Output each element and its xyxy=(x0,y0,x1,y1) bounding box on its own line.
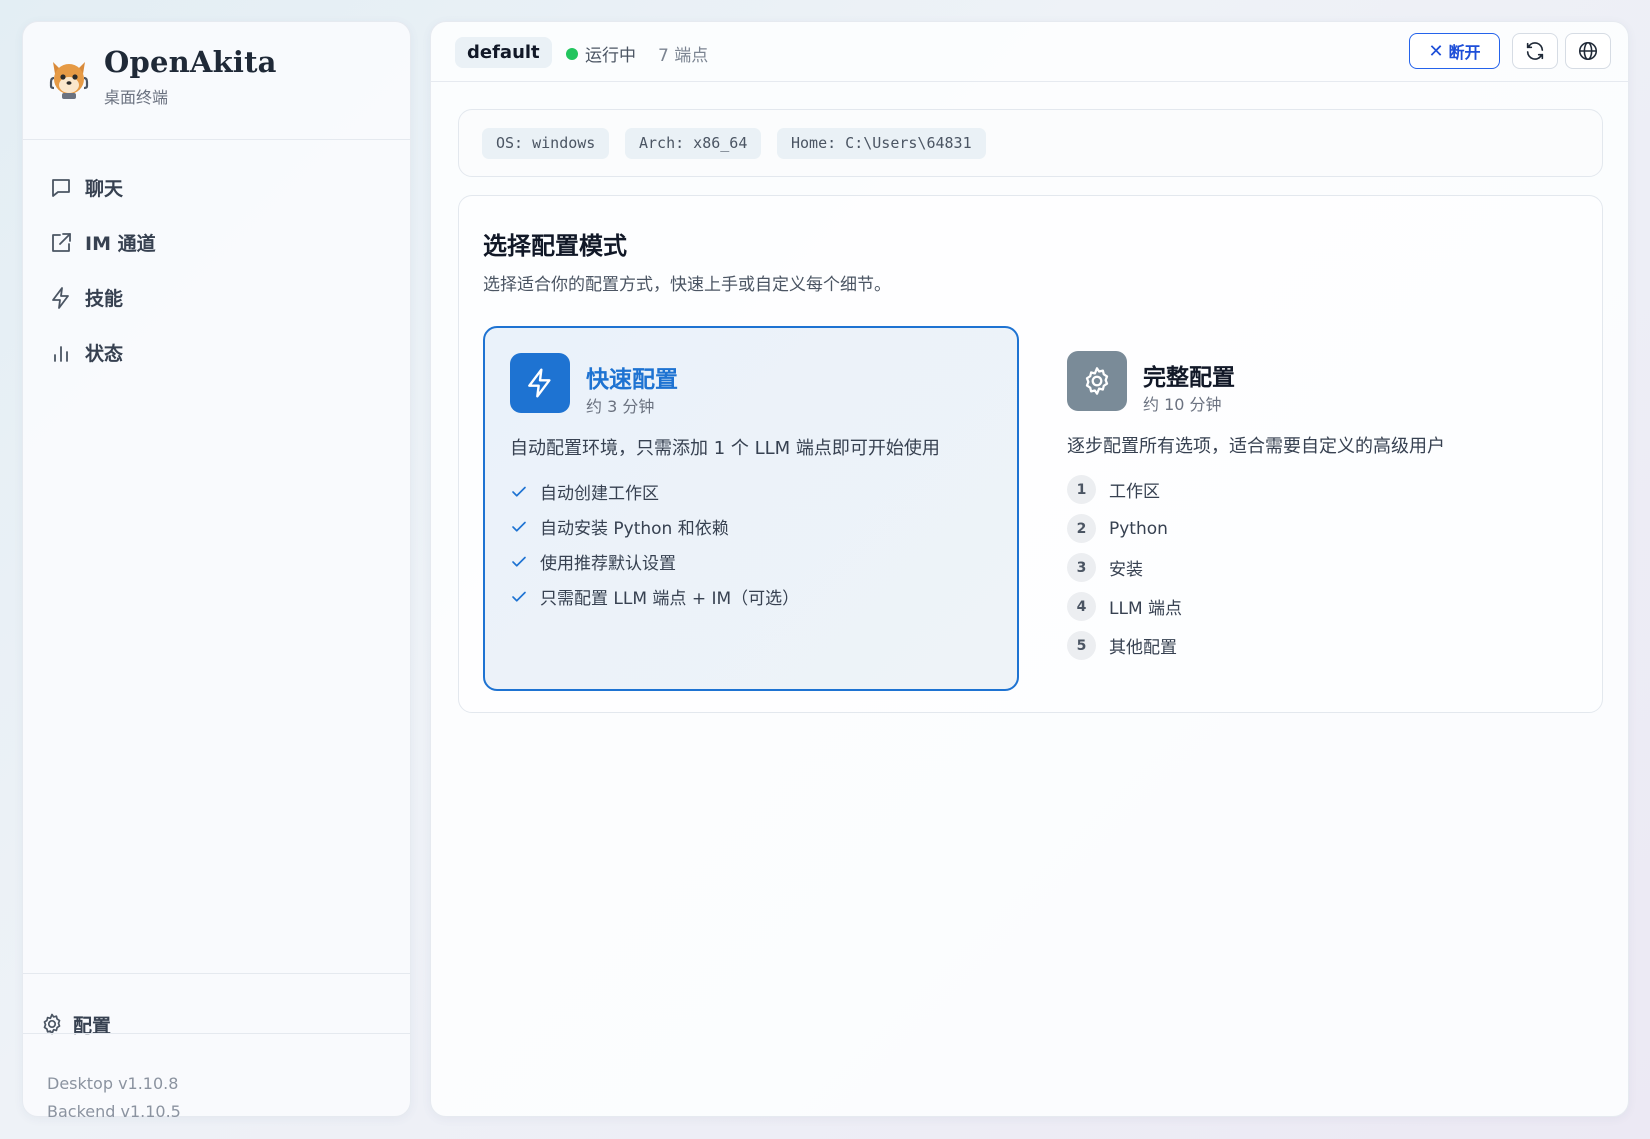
refresh-icon xyxy=(1526,42,1544,60)
disconnect-button[interactable]: ✕ 断开 xyxy=(1409,33,1500,69)
step-label: 工作区 xyxy=(1109,482,1160,502)
main-panel: default 运行中 7 端点 ✕ 断开 OS: windows Arch: … xyxy=(430,21,1629,1117)
share-icon xyxy=(52,232,71,252)
workspace-badge[interactable]: default xyxy=(455,37,552,68)
step-number: 2 xyxy=(1067,514,1096,543)
quick-setup-title: 快速配置 xyxy=(586,367,678,393)
sidebar-item-skills[interactable]: 技能 xyxy=(49,270,385,325)
check-icon xyxy=(512,591,526,602)
quick-setup-icon-box xyxy=(510,353,570,413)
sidebar-divider xyxy=(23,1033,410,1034)
language-button[interactable] xyxy=(1565,33,1611,69)
check-icon xyxy=(512,556,526,567)
sidebar-nav: 聊天 IM 通道 技能 状态 xyxy=(49,160,385,380)
quick-setup-time: 约 3 分钟 xyxy=(586,397,655,416)
globe-icon xyxy=(1578,41,1598,61)
feature-label: 自动创建工作区 xyxy=(540,484,659,504)
lightning-icon xyxy=(52,286,69,309)
close-icon: ✕ xyxy=(1428,40,1444,62)
sidebar-item-label: 状态 xyxy=(85,343,124,365)
feature-item: 使用推荐默认设置 xyxy=(510,544,799,579)
step-item: 3 安装 xyxy=(1067,548,1182,587)
full-setup-icon-box xyxy=(1067,351,1127,411)
feature-item: 自动安装 Python 和依赖 xyxy=(510,509,799,544)
feature-item: 自动创建工作区 xyxy=(510,474,799,509)
akita-logo-icon xyxy=(49,62,89,99)
endpoint-count: 7 端点 xyxy=(658,46,709,66)
step-number: 4 xyxy=(1067,592,1096,621)
status-text: 运行中 xyxy=(585,46,636,66)
app-name: OpenAkita xyxy=(104,45,277,79)
step-label: 其他配置 xyxy=(1109,638,1177,658)
app-subtitle: 桌面终端 xyxy=(104,88,169,107)
check-icon xyxy=(512,521,526,532)
sidebar-item-label: 技能 xyxy=(85,288,124,310)
bar-chart-icon xyxy=(54,345,68,362)
refresh-button[interactable] xyxy=(1512,33,1558,69)
step-item: 1 工作区 xyxy=(1067,470,1182,509)
step-label: 安装 xyxy=(1109,560,1143,580)
step-number: 5 xyxy=(1067,631,1096,660)
brand: OpenAkita 桌面终端 xyxy=(47,44,277,124)
step-label: Python xyxy=(1109,518,1168,539)
status-dot-icon xyxy=(566,47,578,60)
step-item: 5 其他配置 xyxy=(1067,626,1182,665)
desktop-version: Desktop v1.10.8 xyxy=(47,1074,179,1093)
backend-version: Backend v1.10.5 xyxy=(47,1102,181,1121)
sidebar-divider xyxy=(23,139,410,140)
arch-chip: Arch: x86_64 xyxy=(625,128,762,159)
sidebar: OpenAkita 桌面终端 聊天 IM 通道 技能 状态 配置 Desktop… xyxy=(22,21,411,1121)
version-info: Desktop v1.10.8 Backend v1.10.5 xyxy=(47,1070,181,1126)
check-icon xyxy=(512,486,526,497)
full-setup-card[interactable]: 完整配置 约 10 分钟 逐步配置所有选项，适合需要自定义的高级用户 1 工作区 … xyxy=(1042,326,1578,691)
setup-mode-panel: 选择配置模式 选择适合你的配置方式，快速上手或自定义每个细节。 快速配置 约 3… xyxy=(458,195,1603,713)
chat-icon xyxy=(52,178,70,197)
step-item: 4 LLM 端点 xyxy=(1067,587,1182,626)
full-setup-description: 逐步配置所有选项，适合需要自定义的高级用户 xyxy=(1067,436,1445,457)
page-description: 选择适合你的配置方式，快速上手或自定义每个细节。 xyxy=(483,275,891,295)
sidebar-item-label: IM 通道 xyxy=(85,233,156,255)
sidebar-item-status[interactable]: 状态 xyxy=(49,325,385,380)
feature-item: 只需配置 LLM 端点 + IM（可选） xyxy=(510,579,799,614)
app-window: OpenAkita 桌面终端 聊天 IM 通道 技能 状态 配置 Desktop… xyxy=(0,0,1650,1139)
step-number: 3 xyxy=(1067,553,1096,582)
full-setup-title: 完整配置 xyxy=(1143,365,1235,391)
sidebar-item-settings[interactable]: 配置 xyxy=(40,1004,111,1044)
connection-status: 运行中 7 端点 xyxy=(566,41,708,66)
system-info-bar: OS: windows Arch: x86_64 Home: C:\Users\… xyxy=(458,109,1603,177)
gear-icon xyxy=(1085,367,1109,395)
sidebar-item-im-channel[interactable]: IM 通道 xyxy=(49,215,385,270)
feature-label: 自动安装 Python 和依赖 xyxy=(540,519,729,539)
feature-label: 只需配置 LLM 端点 + IM（可选） xyxy=(540,589,800,609)
lightning-icon xyxy=(528,368,551,398)
disconnect-label: 断开 xyxy=(1448,43,1481,62)
quick-setup-card[interactable]: 快速配置 约 3 分钟 自动配置环境，只需添加 1 个 LLM 端点即可开始使用… xyxy=(483,326,1019,691)
step-label: LLM 端点 xyxy=(1109,599,1183,619)
quick-setup-features: 自动创建工作区 自动安装 Python 和依赖 使用推荐默认设置 只需配置 LL… xyxy=(510,474,799,614)
os-chip: OS: windows xyxy=(482,128,610,159)
quick-setup-description: 自动配置环境，只需添加 1 个 LLM 端点即可开始使用 xyxy=(510,438,940,459)
sidebar-item-label: 聊天 xyxy=(85,178,124,200)
page-title: 选择配置模式 xyxy=(483,232,627,260)
full-setup-steps: 1 工作区 2 Python 3 安装 4 LLM 端点 5 其他配置 xyxy=(1067,470,1182,665)
feature-label: 使用推荐默认设置 xyxy=(540,554,676,574)
topbar: default 运行中 7 端点 ✕ 断开 xyxy=(431,22,1628,82)
sidebar-divider xyxy=(23,973,410,974)
step-number: 1 xyxy=(1067,475,1096,504)
full-setup-time: 约 10 分钟 xyxy=(1143,395,1222,414)
step-item: 2 Python xyxy=(1067,509,1182,548)
home-chip: Home: C:\Users\64831 xyxy=(777,128,986,159)
sidebar-item-chat[interactable]: 聊天 xyxy=(49,160,385,215)
